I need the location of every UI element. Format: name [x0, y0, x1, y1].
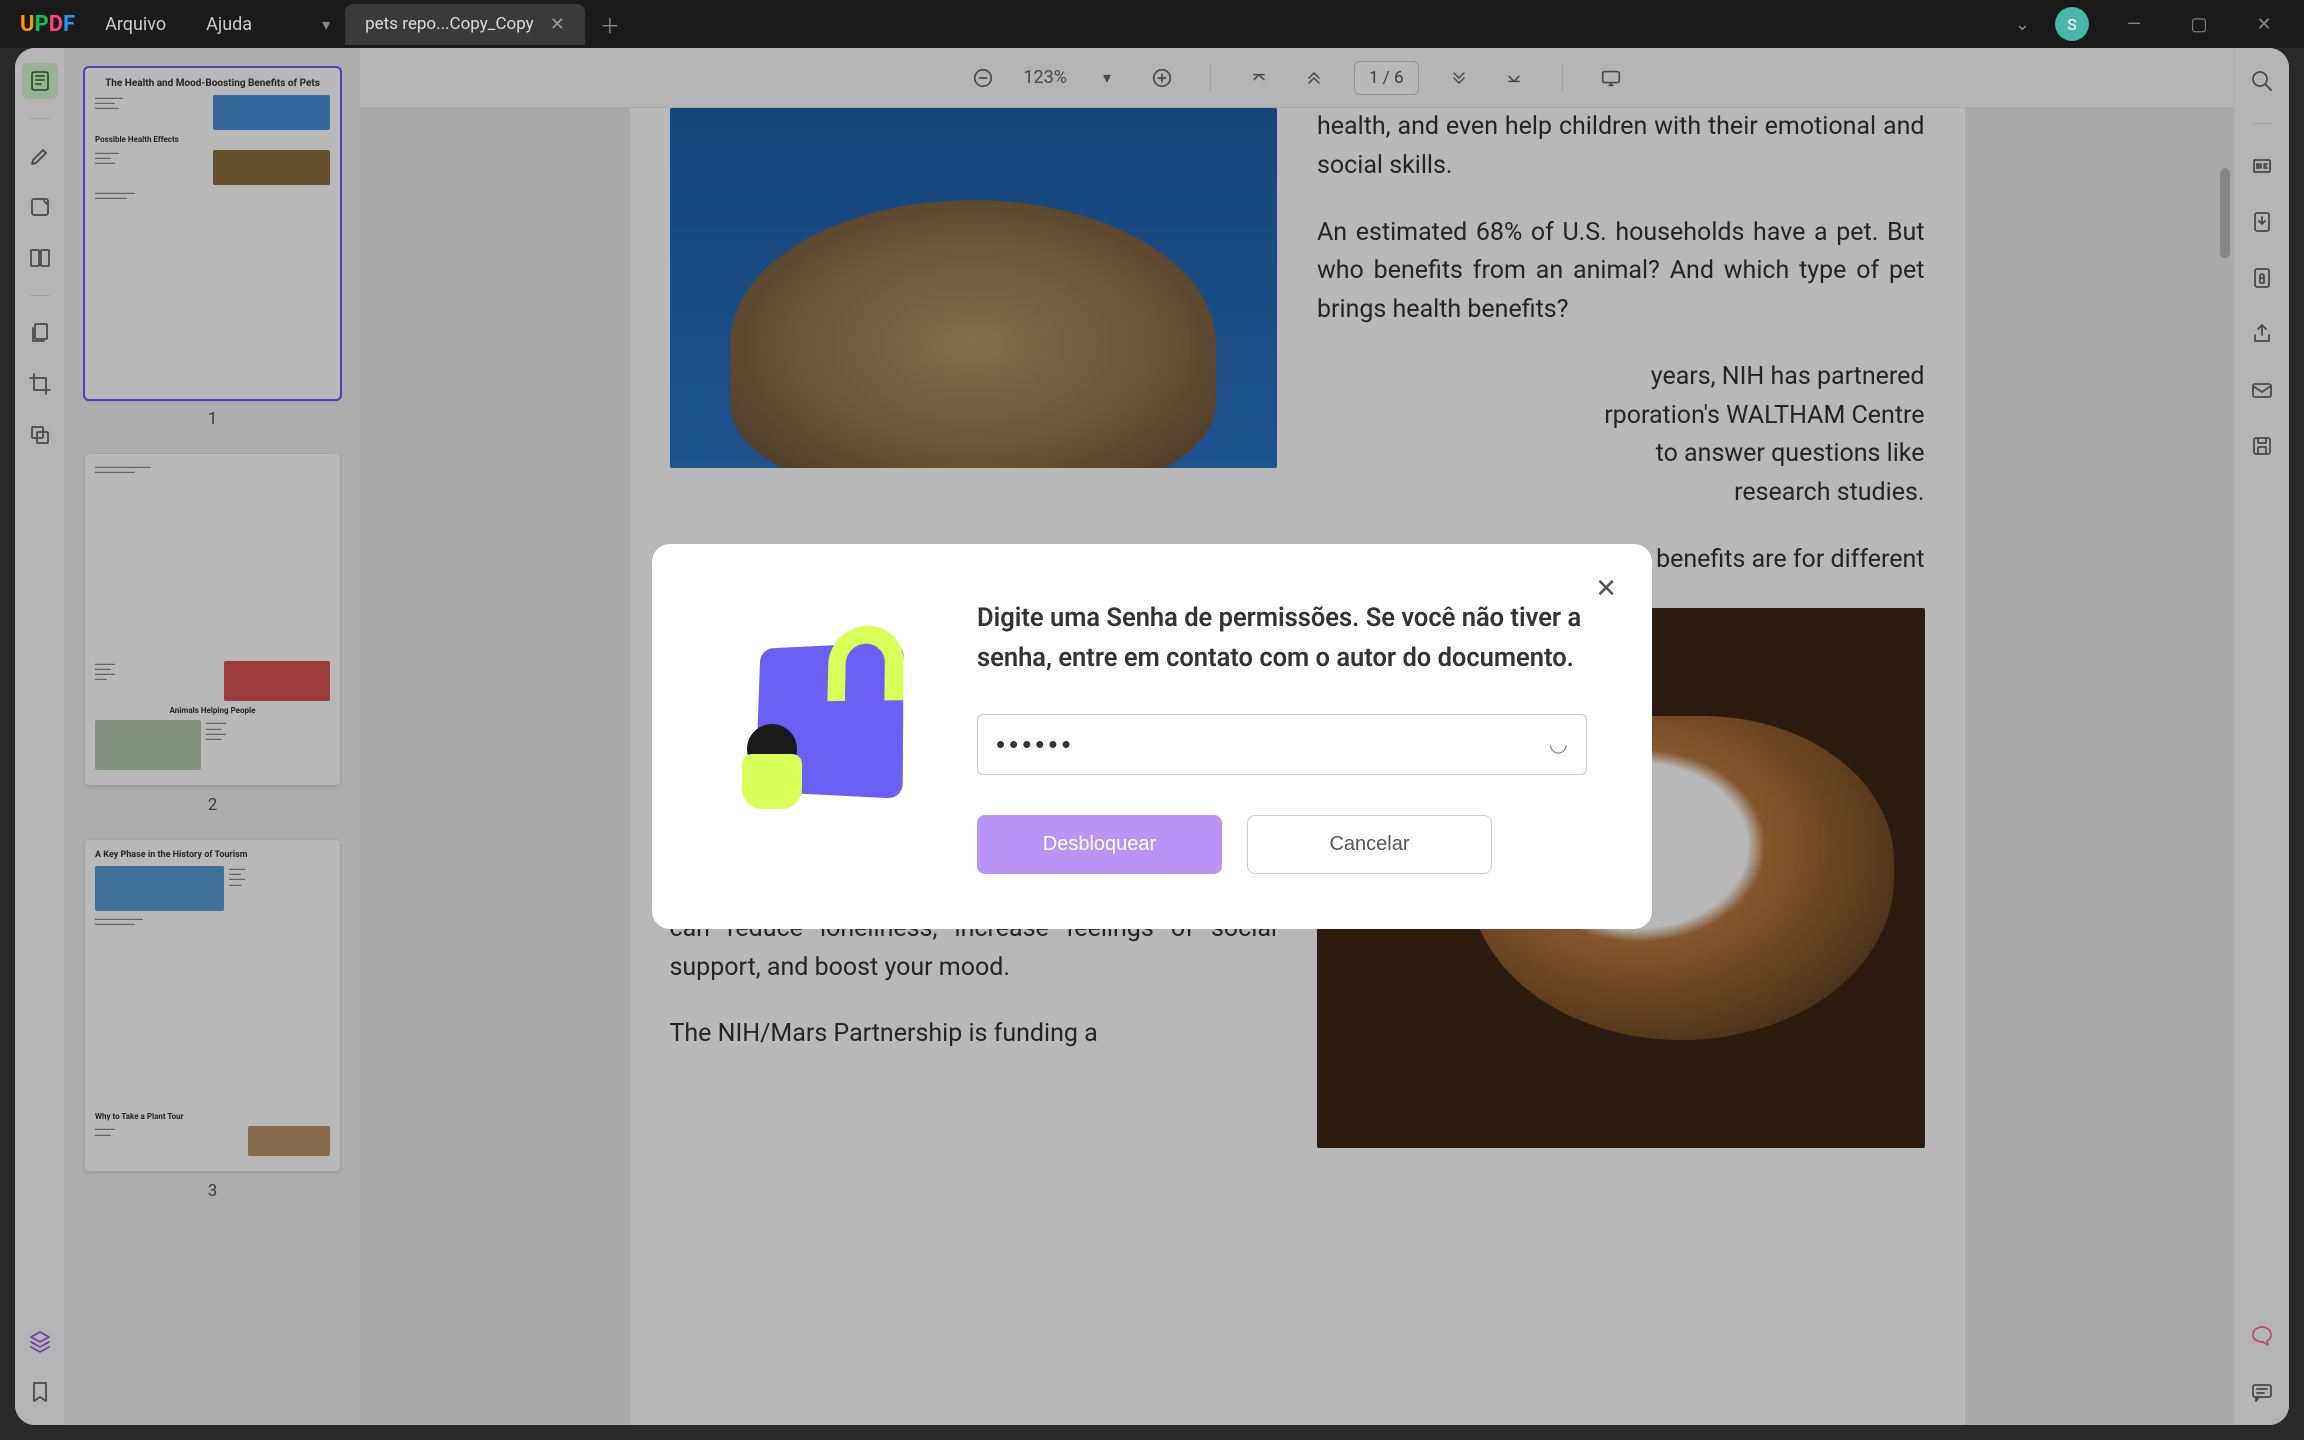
history-dropdown-icon[interactable]: ⌄ [2015, 14, 2030, 35]
menu-ajuda[interactable]: Ajuda [196, 9, 262, 40]
app-logo: UPDF [20, 12, 75, 37]
add-tab-button[interactable]: ＋ [585, 0, 635, 49]
user-avatar[interactable]: S [2055, 7, 2089, 41]
modal-overlay: ✕ Digite uma Senha de permissões. Se voc… [15, 48, 2289, 1425]
password-field[interactable]: ◡ [977, 714, 1587, 775]
tab-title: pets repo...Copy_Copy [365, 14, 534, 34]
close-tab-icon[interactable]: ✕ [550, 14, 565, 35]
menu-arquivo[interactable]: Arquivo [95, 9, 176, 40]
password-input[interactable] [996, 729, 1549, 760]
lock-illustration [707, 599, 927, 829]
password-modal: ✕ Digite uma Senha de permissões. Se voc… [652, 544, 1652, 928]
titlebar: UPDF Arquivo Ajuda ▾ pets repo...Copy_Co… [0, 0, 2304, 48]
unlock-button[interactable]: Desbloquear [977, 815, 1222, 874]
modal-title: Digite uma Senha de permissões. Se você … [977, 599, 1587, 678]
close-modal-button[interactable]: ✕ [1595, 574, 1617, 604]
document-tab[interactable]: pets repo...Copy_Copy ✕ [345, 4, 585, 45]
maximize-button[interactable]: ▢ [2179, 14, 2219, 35]
close-window-button[interactable]: ✕ [2244, 14, 2284, 35]
cancel-button[interactable]: Cancelar [1247, 815, 1492, 874]
show-password-icon[interactable]: ◡ [1549, 732, 1568, 757]
tab-list-dropdown[interactable]: ▾ [322, 15, 330, 34]
minimize-button[interactable]: — [2114, 14, 2154, 35]
